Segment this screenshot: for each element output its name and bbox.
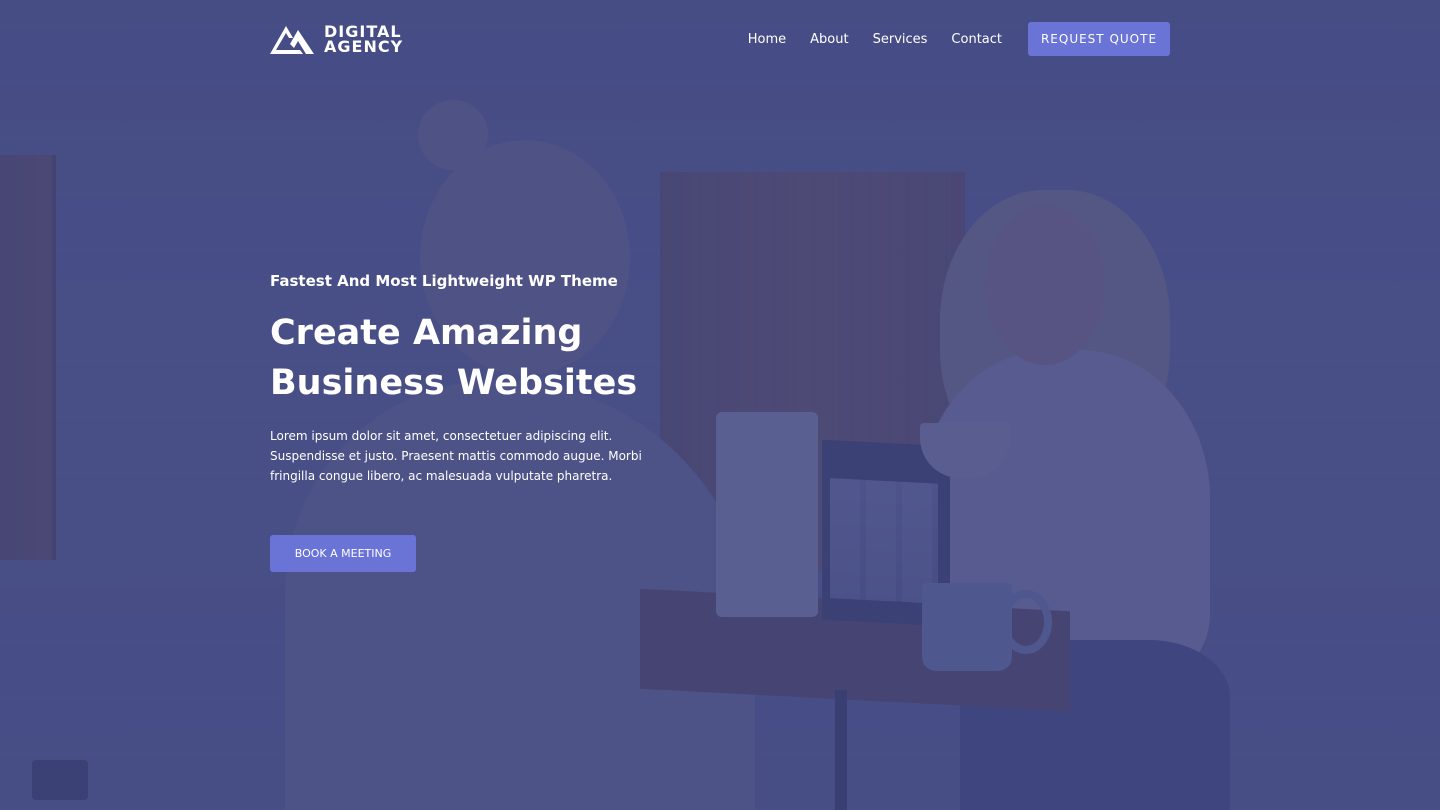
hero-section: DIGITAL AGENCY Home About Services Conta… <box>0 0 1440 810</box>
book-meeting-button[interactable]: BOOK A MEETING <box>270 535 416 572</box>
site-logo[interactable]: DIGITAL AGENCY <box>270 22 403 56</box>
hero-description: Lorem ipsum dolor sit amet, consectetuer… <box>270 429 642 483</box>
request-quote-button[interactable]: REQUEST QUOTE <box>1028 22 1170 56</box>
hero-eyebrow: Fastest And Most Lightweight WP Theme <box>270 272 618 290</box>
nav-item-about[interactable]: About <box>810 32 848 47</box>
mountain-logo-icon <box>270 22 316 56</box>
site-header: DIGITAL AGENCY Home About Services Conta… <box>270 0 1170 78</box>
hero-content: Fastest And Most Lightweight WP Theme Cr… <box>270 272 690 486</box>
nav-item-home[interactable]: Home <box>748 32 786 47</box>
nav-item-services[interactable]: Services <box>873 32 928 47</box>
logo-line-2: AGENCY <box>324 37 404 56</box>
logo-text: DIGITAL AGENCY <box>324 24 404 56</box>
nav-item-contact[interactable]: Contact <box>951 32 1002 47</box>
main-nav: Home About Services Contact REQUEST QUOT… <box>748 22 1170 56</box>
hero-headline-line-1: Create Amazing <box>270 313 583 353</box>
hero-headline: Create Amazing Business Websites <box>270 308 690 408</box>
hero-headline-line-2: Business Websites <box>270 363 638 403</box>
color-overlay <box>0 0 1440 810</box>
